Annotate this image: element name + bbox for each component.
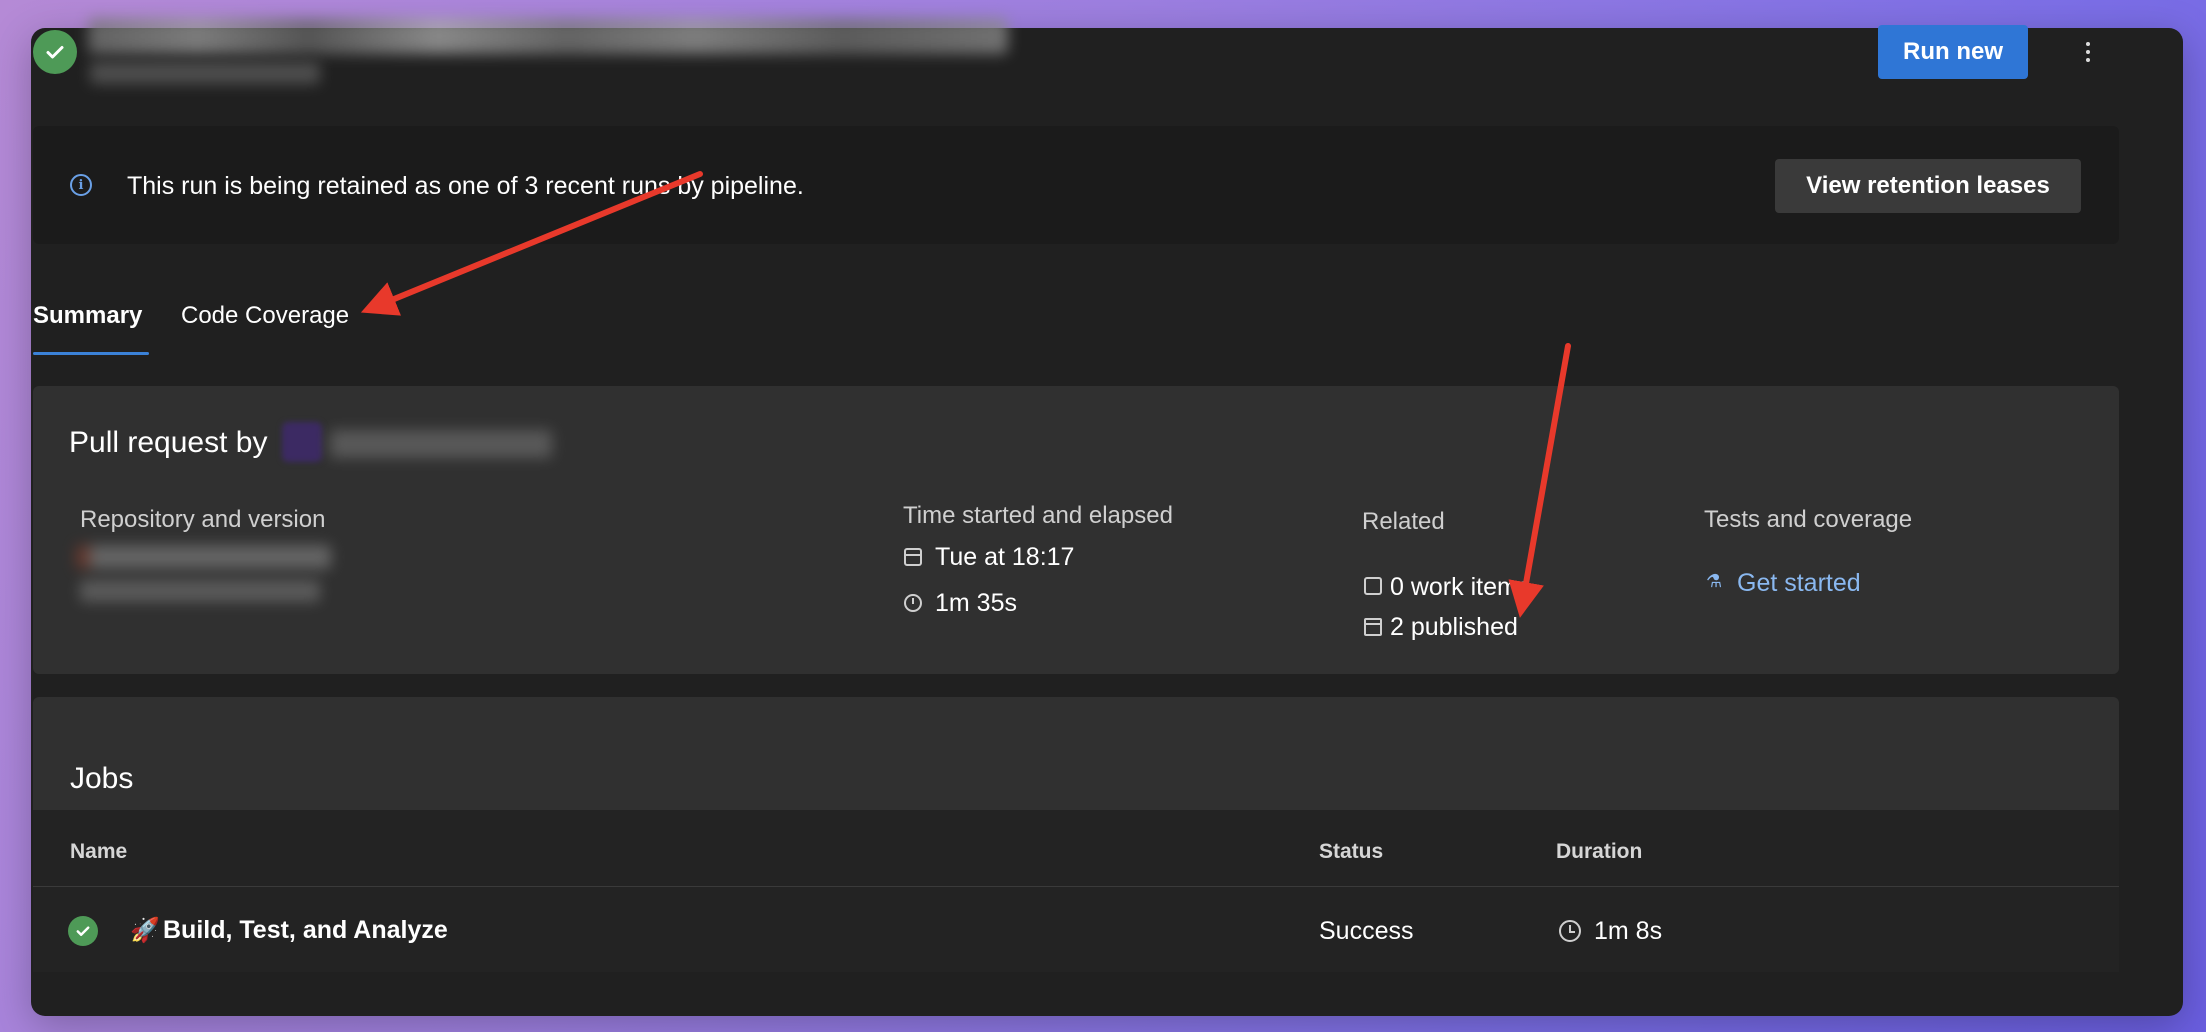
job-success-icon (68, 916, 98, 946)
jobs-title: Jobs (70, 762, 134, 795)
published-artifacts-link[interactable]: 2 published (1390, 613, 1518, 642)
column-header-name: Name (70, 840, 128, 863)
author-name-redacted (330, 430, 552, 458)
work-items-link[interactable]: 0 work items (1390, 573, 1530, 602)
time-label: Time started and elapsed (903, 502, 1173, 529)
more-actions-icon[interactable] (2068, 31, 2108, 73)
work-items-icon (1364, 577, 1382, 595)
run-new-button[interactable]: Run new (1878, 25, 2028, 79)
tab-code-coverage[interactable]: Code Coverage (181, 302, 349, 330)
view-retention-leases-button[interactable]: View retention leases (1775, 159, 2081, 213)
tests-coverage-label: Tests and coverage (1704, 506, 1913, 533)
info-icon: i (70, 174, 92, 196)
retention-banner-text: This run is being retained as one of 3 r… (127, 172, 804, 200)
tab-summary[interactable]: Summary (33, 302, 142, 330)
divider (33, 886, 2119, 887)
column-header-duration: Duration (1556, 840, 1643, 863)
repository-version-redacted[interactable] (80, 580, 320, 602)
column-header-status: Status (1319, 840, 1384, 863)
avatar (282, 422, 322, 462)
clock-icon (904, 594, 922, 612)
run-subtitle-redacted (90, 62, 320, 84)
jobs-table (33, 810, 2119, 972)
clock-icon (1559, 920, 1581, 942)
elapsed-time: 1m 35s (935, 589, 1017, 617)
job-status: Success (1319, 917, 1414, 945)
calendar-icon (904, 548, 922, 566)
run-title-redacted (88, 18, 1008, 54)
rocket-icon: 🚀 (130, 917, 160, 944)
related-label: Related (1362, 508, 1445, 535)
job-duration: 1m 8s (1594, 917, 1663, 945)
repository-name-redacted[interactable] (76, 545, 331, 569)
get-started-link[interactable]: Get started (1737, 569, 1861, 598)
job-name-link[interactable]: Build, Test, and Analyze (163, 916, 448, 945)
repository-label: Repository and version (80, 506, 326, 533)
time-started: Tue at 18:17 (935, 543, 1075, 571)
flask-icon: ⚗ (1706, 571, 1723, 591)
pull-request-title: Pull request by (69, 426, 268, 459)
artifact-icon (1364, 618, 1382, 636)
tab-selected-indicator (33, 352, 149, 355)
run-status-success-icon (33, 30, 77, 74)
